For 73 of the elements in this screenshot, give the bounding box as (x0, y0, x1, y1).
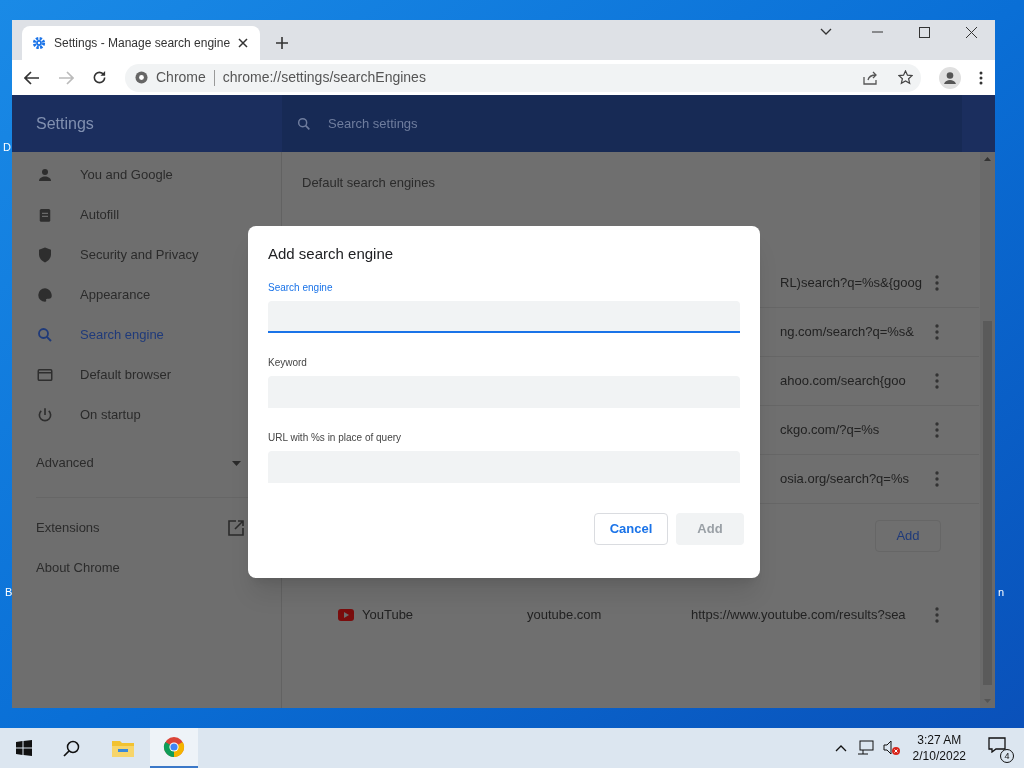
reload-icon[interactable] (92, 70, 107, 85)
person-icon (36, 166, 54, 184)
chevron-down-icon[interactable] (820, 28, 832, 36)
browser-window-icon (36, 366, 54, 384)
field-label: Keyword (268, 355, 308, 370)
browser-tab[interactable]: Settings - Manage search engine (22, 26, 260, 60)
more-icon[interactable] (935, 323, 939, 340)
close-icon[interactable] (238, 38, 248, 48)
clock-time: 3:27 AM (917, 732, 962, 748)
more-icon[interactable] (935, 606, 939, 623)
sidebar-item[interactable]: You and Google (12, 155, 281, 195)
site-label: Chrome (156, 68, 206, 87)
close-icon[interactable] (966, 26, 977, 38)
query-url-cell-text: https://www.youtube.com/results?sea (691, 605, 906, 624)
sidebar-item[interactable]: Autofill (12, 195, 281, 235)
video-play-icon (338, 608, 354, 621)
clock-date: 2/10/2022 (912, 748, 966, 764)
url-text: chrome://settings/searchEngines (222, 68, 426, 87)
power-icon (36, 406, 54, 424)
chrome-logo-icon (135, 71, 148, 84)
tab-title: Settings - Manage search engine (54, 35, 230, 52)
desktop-icon-label: n (998, 585, 1005, 600)
add-button[interactable]: Add (676, 512, 744, 545)
gear-icon (32, 36, 46, 50)
sidebar-item[interactable]: Search engine (12, 315, 281, 355)
add-button[interactable]: Add (875, 519, 941, 552)
address-bar[interactable]: Chrome chrome://settings/searchEngines (125, 63, 921, 92)
back-arrow-icon[interactable] (24, 70, 40, 85)
field-label: Search engine (268, 280, 334, 295)
muted-speaker-icon[interactable] (882, 740, 901, 756)
input-field[interactable] (268, 300, 740, 333)
search-field[interactable]: Search settings (282, 95, 962, 152)
query-url-cell-text: RL)search?q=%s&{goog (780, 273, 922, 292)
shield-icon (36, 246, 54, 264)
more-icon[interactable] (935, 470, 939, 487)
dropdown-caret-icon (232, 460, 241, 466)
section-title: Default search engines (302, 174, 436, 192)
new-tab-icon[interactable] (276, 37, 288, 49)
extensions-link[interactable]: Extensions (12, 508, 281, 548)
query-url-cell-text: osia.org/search?q=%s (780, 469, 909, 488)
more-icon[interactable] (935, 421, 939, 438)
notification-count: 4 (1000, 749, 1014, 763)
chevron-up-icon[interactable] (834, 744, 847, 752)
windows-logo-icon[interactable] (16, 740, 32, 756)
more-icon[interactable] (935, 274, 939, 291)
menu-icon[interactable] (979, 70, 983, 85)
query-url-cell-text: ng.com/search?q=%s& (780, 322, 915, 341)
query-url-cell-text: ckgo.com/?q=%s (780, 420, 880, 439)
maximize-icon[interactable] (919, 26, 930, 38)
settings-title: Settings (35, 113, 95, 134)
more-icon[interactable] (935, 372, 939, 389)
network-icon[interactable] (856, 740, 875, 756)
taskbar-app-button[interactable] (150, 728, 198, 768)
external-link-icon (228, 520, 244, 536)
dialog-title: Add search engine (268, 244, 395, 264)
palette-icon (36, 286, 54, 304)
star-icon[interactable] (898, 70, 913, 85)
search-icon[interactable] (63, 739, 80, 757)
speech-bubble-icon (988, 737, 1006, 753)
share-icon[interactable] (862, 70, 878, 85)
engine-name: YouTube (362, 605, 415, 624)
keyword-cell-text: youtube.com (527, 605, 603, 624)
field-label: URL with %s in place of query (268, 430, 403, 445)
query-url-cell-text: ahoo.com/search{goo (780, 371, 906, 390)
avatar-icon[interactable] (939, 66, 961, 89)
search-icon (296, 115, 312, 132)
chrome-logo-icon (163, 736, 185, 758)
search-icon (36, 326, 54, 344)
desktop-icon-label: D (3, 140, 11, 155)
search-placeholder: Search settings (328, 114, 418, 133)
cancel-button[interactable]: Cancel (594, 512, 668, 545)
desktop-icon-label: B (5, 585, 13, 600)
folder-icon[interactable] (112, 739, 134, 757)
